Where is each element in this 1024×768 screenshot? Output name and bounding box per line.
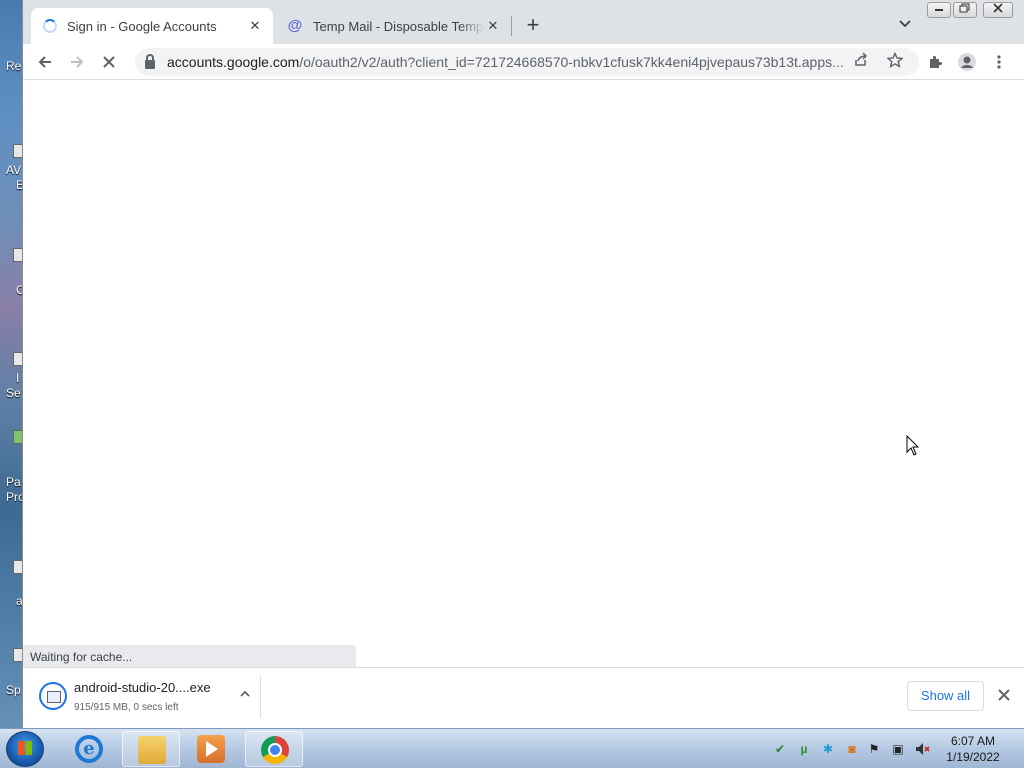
url-text[interactable]: accounts.google.com/o/oauth2/v2/auth?cli… bbox=[167, 54, 845, 70]
system-clock[interactable]: 6:07 AM 1/19/2022 bbox=[940, 733, 1006, 765]
arrow-left-icon bbox=[38, 56, 51, 68]
window-close-button[interactable] bbox=[983, 2, 1013, 18]
tab-search-button[interactable] bbox=[895, 16, 915, 36]
chrome-icon bbox=[261, 736, 289, 764]
chrome-window: Sign in - Google Accounts ✕ @ Temp Mail … bbox=[22, 0, 1024, 730]
desktop-icon-label[interactable]: Se bbox=[6, 386, 21, 400]
tab-google-sign-in[interactable]: Sign in - Google Accounts ✕ bbox=[31, 8, 273, 44]
download-separator bbox=[260, 676, 261, 718]
tab-title: Temp Mail - Disposable Temporary Email bbox=[313, 18, 485, 34]
media-player-icon bbox=[197, 735, 225, 763]
close-icon bbox=[993, 3, 1003, 13]
stop-loading-button[interactable] bbox=[97, 50, 121, 74]
tab-close-icon[interactable]: ✕ bbox=[247, 18, 263, 34]
loading-spinner-icon bbox=[43, 19, 57, 33]
security-shield-icon[interactable]: ✔ bbox=[772, 741, 788, 757]
utorrent-icon[interactable]: µ bbox=[796, 741, 812, 757]
arrow-right-icon bbox=[71, 56, 84, 68]
lock-icon[interactable] bbox=[145, 53, 155, 69]
taskbar-internet-explorer[interactable]: e bbox=[60, 731, 118, 767]
share-icon-glyph bbox=[855, 52, 868, 66]
close-icon bbox=[103, 56, 115, 68]
network-icon[interactable]: ▣ bbox=[890, 741, 906, 757]
address-bar[interactable]: accounts.google.com/o/oauth2/v2/auth?cli… bbox=[135, 48, 919, 76]
page-content bbox=[23, 80, 1024, 667]
back-button[interactable] bbox=[33, 50, 57, 74]
chevron-up-icon bbox=[240, 690, 250, 697]
tab-separator bbox=[511, 16, 512, 36]
bookmark-star-icon[interactable] bbox=[885, 51, 905, 72]
speaker-icon bbox=[916, 743, 930, 755]
star-icon bbox=[886, 51, 904, 68]
tab-close-icon[interactable]: ✕ bbox=[485, 18, 501, 34]
kebab-menu-icon bbox=[997, 55, 1001, 69]
clock-time: 6:07 AM bbox=[950, 734, 996, 748]
action-center-flag-icon[interactable]: ⚑ bbox=[866, 741, 882, 757]
download-item[interactable]: android-studio-20....exe 915/915 MB, 0 s… bbox=[31, 676, 261, 718]
start-button[interactable] bbox=[6, 731, 44, 767]
taskbar-windows-explorer[interactable] bbox=[122, 731, 180, 767]
new-tab-button[interactable]: + bbox=[521, 14, 545, 38]
minimize-icon bbox=[935, 9, 943, 11]
tab-strip: Sign in - Google Accounts ✕ @ Temp Mail … bbox=[23, 0, 1024, 44]
restore-button[interactable] bbox=[953, 2, 977, 18]
download-shelf: android-studio-20....exe 915/915 MB, 0 s… bbox=[23, 667, 1024, 725]
desktop-icon-label[interactable]: AV bbox=[6, 163, 21, 177]
arrow-cursor-icon bbox=[906, 435, 920, 456]
internet-explorer-icon: e bbox=[75, 735, 103, 763]
browser-toolbar: accounts.google.com/o/oauth2/v2/auth?cli… bbox=[23, 44, 1024, 80]
at-sign-icon: @ bbox=[287, 17, 303, 34]
volume-muted-icon[interactable] bbox=[914, 741, 930, 757]
share-icon[interactable] bbox=[851, 52, 871, 72]
url-host: accounts.google.com bbox=[167, 54, 300, 70]
orange-app-icon[interactable]: ◙ bbox=[844, 741, 860, 757]
desktop-icon-label[interactable]: Re bbox=[6, 59, 21, 73]
clock-date: 1/19/2022 bbox=[946, 750, 1000, 764]
tab-temp-mail[interactable]: @ Temp Mail - Disposable Temporary Email… bbox=[275, 8, 511, 44]
url-path: /o/oauth2/v2/auth?client_id=721724668570… bbox=[299, 54, 844, 70]
chevron-down-icon bbox=[899, 20, 911, 28]
show-all-button[interactable]: Show all bbox=[907, 681, 984, 711]
tab-title: Sign in - Google Accounts bbox=[67, 18, 217, 34]
restore-icon bbox=[959, 3, 970, 13]
windows-taskbar: e ✔ µ ✱ ◙ ⚑ ▣ 6:07 AM 1/19/2022 bbox=[0, 728, 1024, 768]
profile-button[interactable] bbox=[955, 50, 979, 74]
installer-file-icon bbox=[39, 682, 67, 710]
download-status: 915/915 MB, 0 secs left bbox=[74, 702, 179, 713]
download-options-button[interactable] bbox=[237, 688, 253, 704]
asterisk-app-icon[interactable]: ✱ bbox=[820, 741, 836, 757]
folder-icon bbox=[138, 736, 166, 764]
close-icon bbox=[998, 689, 1010, 701]
desktop-icon-label[interactable]: Pa bbox=[6, 475, 21, 489]
desktop-icon-label[interactable]: I bbox=[16, 371, 19, 385]
close-download-shelf-button[interactable] bbox=[994, 685, 1014, 705]
desktop-background: Re AV E C I Se Pa Pro a Sp bbox=[0, 0, 24, 730]
puzzle-icon bbox=[930, 56, 942, 68]
status-bubble: Waiting for cache... bbox=[23, 645, 356, 668]
desktop-icon-label[interactable]: Sp bbox=[6, 683, 21, 697]
forward-button[interactable] bbox=[65, 50, 89, 74]
chrome-menu-button[interactable] bbox=[987, 50, 1011, 74]
taskbar-google-chrome[interactable] bbox=[245, 731, 303, 767]
minimize-button[interactable] bbox=[927, 2, 951, 18]
extensions-button[interactable] bbox=[923, 50, 947, 74]
avatar-icon bbox=[958, 53, 976, 71]
download-filename: android-studio-20....exe bbox=[74, 680, 211, 695]
taskbar-media-player[interactable] bbox=[182, 731, 240, 767]
